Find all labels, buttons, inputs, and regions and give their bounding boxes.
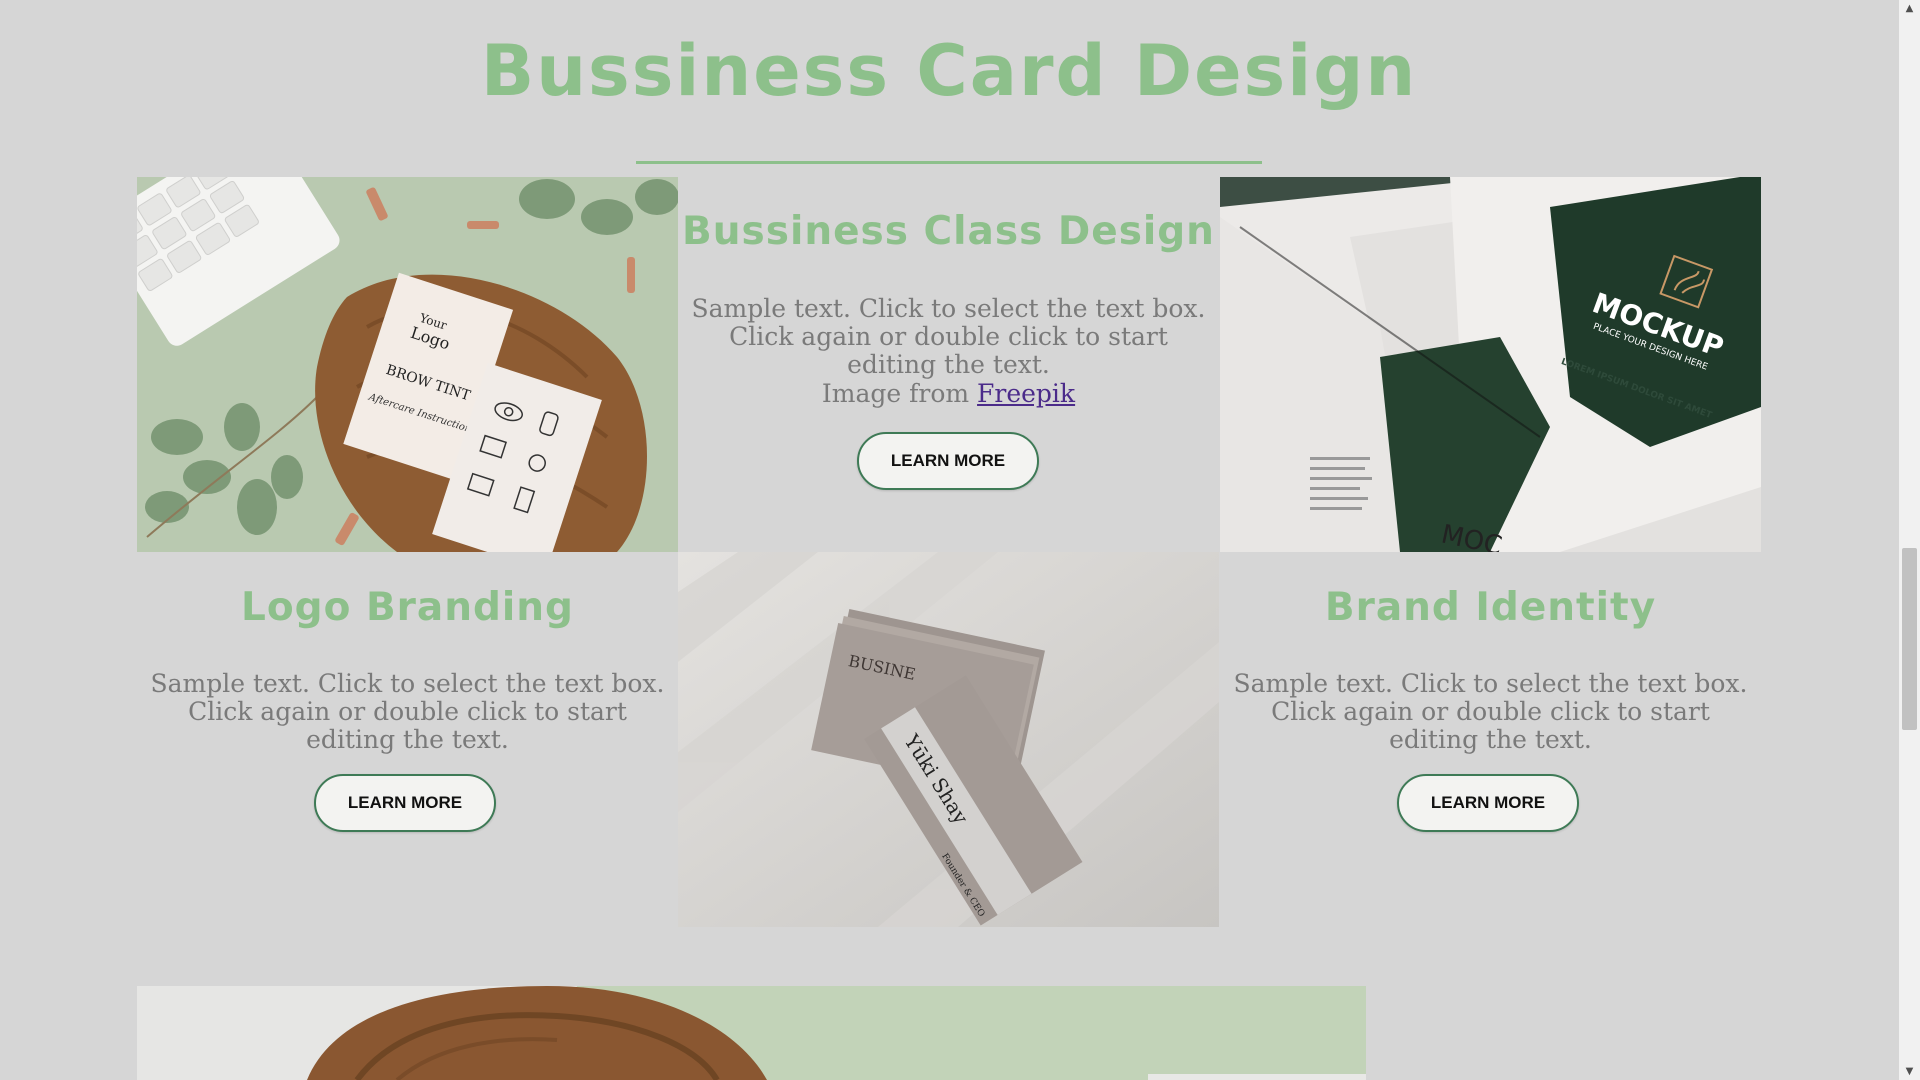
business-class-card: Bussiness Class Design Sample text. Clic… <box>678 177 1219 552</box>
card-heading: Bussiness Class Design <box>682 209 1215 254</box>
card-heading: Brand Identity <box>1324 585 1657 630</box>
image-credit: Image from Freepik <box>678 379 1219 408</box>
vertical-scrollbar[interactable]: ▲ ▼ <box>1899 0 1920 1080</box>
title-divider <box>636 161 1262 164</box>
learn-more-button[interactable]: LEARN MORE <box>314 774 496 832</box>
card-body-text: Sample text. Click to select the text bo… <box>691 294 1206 379</box>
card-grid: Your Logo BROW TINT Aftercare Instructio… <box>137 177 1761 927</box>
freepik-link[interactable]: Freepik <box>977 379 1075 408</box>
wooden-board-banner-image <box>137 986 1366 1080</box>
scroll-down-icon[interactable]: ▼ <box>1899 1063 1920 1080</box>
scroll-up-icon[interactable]: ▲ <box>1899 0 1920 17</box>
card-body-text: Sample text. Click to select the text bo… <box>1233 669 1748 754</box>
credit-prefix: Image from <box>821 379 978 408</box>
scrollbar-thumb[interactable] <box>1902 548 1917 730</box>
card-heading: Logo Branding <box>241 585 574 630</box>
brand-identity-card: Brand Identity Sample text. Click to sel… <box>1220 552 1761 927</box>
stacked-business-cards-image: BUSINE Yūki Shay Founder & CEO <box>678 552 1219 927</box>
logo-branding-card: Logo Branding Sample text. Click to sele… <box>137 552 678 927</box>
business-card-board-image: Your Logo BROW TINT Aftercare Instructio… <box>137 177 678 552</box>
learn-more-button[interactable]: LEARN MORE <box>1397 774 1579 832</box>
card-body-text: Sample text. Click to select the text bo… <box>150 669 665 754</box>
page-title: Bussiness Card Design <box>480 30 1418 112</box>
learn-more-button[interactable]: LEARN MORE <box>857 432 1039 490</box>
mockup-brochure-image: MOCKUP PLACE YOUR DESIGN HERE LOREM IPSU… <box>1220 177 1761 552</box>
